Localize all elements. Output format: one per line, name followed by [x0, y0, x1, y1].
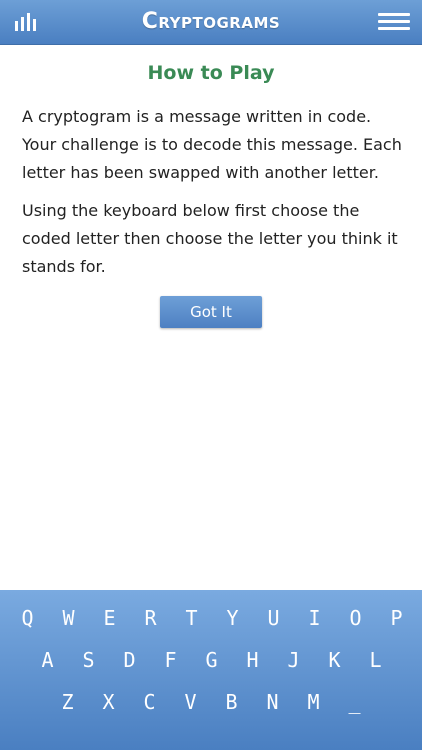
key-blank[interactable]: _: [334, 684, 375, 720]
key-q[interactable]: Q: [7, 600, 48, 636]
key-l[interactable]: L: [355, 642, 396, 678]
key-t[interactable]: T: [171, 600, 212, 636]
key-m[interactable]: M: [293, 684, 334, 720]
got-it-button[interactable]: Got It: [160, 296, 262, 328]
key-n[interactable]: N: [252, 684, 293, 720]
key-b[interactable]: B: [211, 684, 252, 720]
key-f[interactable]: F: [150, 642, 191, 678]
key-p[interactable]: P: [376, 600, 417, 636]
app-header: Cryptograms: [0, 0, 422, 45]
hamburger-menu-icon[interactable]: [378, 13, 410, 31]
instructions-paragraph-1: A cryptogram is a message written in cod…: [22, 107, 402, 182]
key-e[interactable]: E: [89, 600, 130, 636]
letter-keyboard: QWERTYUIOP ASDFGHJKL Z X C V B N M _: [0, 590, 422, 750]
key-h[interactable]: H: [232, 642, 273, 678]
key-x[interactable]: X: [88, 684, 129, 720]
instructions-paragraph-2: Using the keyboard below first choose th…: [22, 201, 398, 276]
key-o[interactable]: O: [335, 600, 376, 636]
key-y[interactable]: Y: [212, 600, 253, 636]
keyboard-row-2: ASDFGHJKL: [27, 642, 396, 678]
key-v[interactable]: V: [170, 684, 211, 720]
key-j[interactable]: J: [273, 642, 314, 678]
key-d[interactable]: D: [109, 642, 150, 678]
keyboard-row-1: QWERTYUIOP: [7, 600, 417, 636]
key-g[interactable]: G: [191, 642, 232, 678]
key-a[interactable]: A: [27, 642, 68, 678]
key-k[interactable]: K: [314, 642, 355, 678]
key-r[interactable]: R: [130, 600, 171, 636]
key-u[interactable]: U: [253, 600, 294, 636]
key-i[interactable]: I: [294, 600, 335, 636]
key-z[interactable]: Z: [47, 684, 88, 720]
app-title: Cryptograms: [141, 9, 281, 34]
key-c[interactable]: C: [129, 684, 170, 720]
how-to-play-heading: How to Play: [147, 62, 275, 84]
keyboard-row-3: Z X C V B N M _: [47, 684, 375, 720]
key-s[interactable]: S: [68, 642, 109, 678]
key-w[interactable]: W: [48, 600, 89, 636]
